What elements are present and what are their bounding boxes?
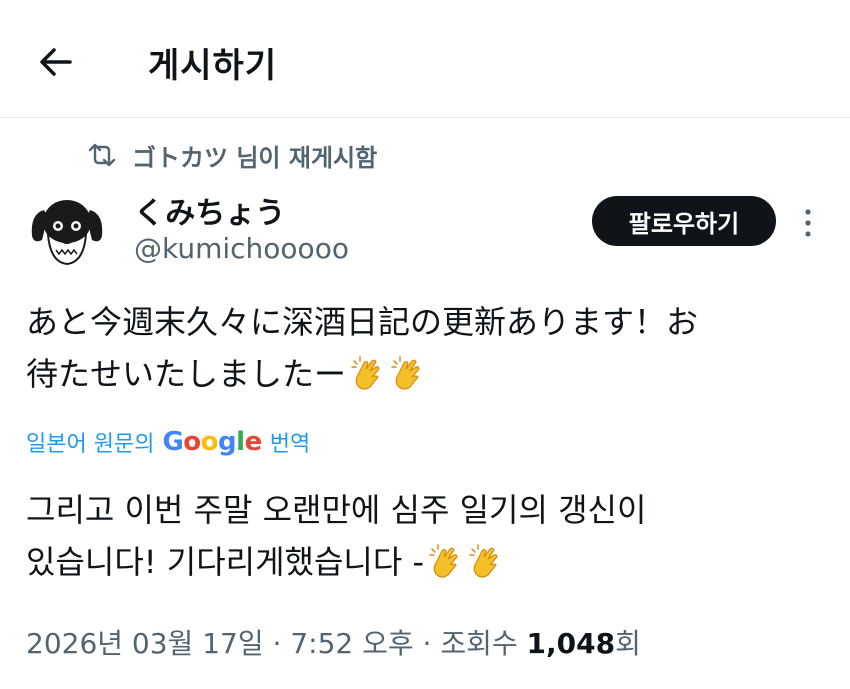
- follow-button[interactable]: 팔로우하기: [592, 196, 776, 246]
- google-letter: o: [183, 427, 201, 457]
- meta-separator: ·: [272, 627, 282, 660]
- translated-line-text: 있습니다! 기다리게했습니다 -: [26, 543, 424, 581]
- tweet-line: 待たせいたしましたー: [26, 348, 826, 400]
- translate-suffix: 번역: [269, 432, 311, 457]
- avatar[interactable]: [26, 192, 108, 270]
- repost-label: ゴトカツ 님이 재게시함: [132, 143, 378, 172]
- google-letter: e: [244, 427, 263, 457]
- translated-line: 그리고 이번 주말 오랜만에 심주 일기의 갱신이: [26, 491, 647, 529]
- tweet-text: あと今週末久々に深酒日記の更新あります！お 待たせいたしましたー: [26, 296, 826, 400]
- repost-indicator[interactable]: ゴトカツ 님이 재게시함: [86, 138, 377, 172]
- google-letter: l: [236, 427, 245, 457]
- clapping-hands-icon: [391, 356, 420, 390]
- tweet-line-text: 待たせいたしましたー: [26, 355, 347, 393]
- google-letter: G: [162, 427, 184, 457]
- repost-icon: [88, 143, 116, 167]
- author-handle[interactable]: @kumichooooo: [134, 232, 349, 265]
- translate-prefix: 일본어 원문의: [26, 432, 155, 457]
- tweet-meta: 2026년 03월 17일 · 7:52 오후 · 조회수 1,048회: [26, 622, 641, 662]
- translated-line: 있습니다! 기다리게했습니다 -: [26, 536, 826, 588]
- google-letter: g: [218, 427, 237, 457]
- tweet-time[interactable]: 7:52 오후: [290, 627, 413, 660]
- translated-text: 그리고 이번 주말 오랜만에 심주 일기의 갱신이 있습니다! 기다리게했습니다…: [26, 484, 826, 588]
- google-letter: o: [200, 427, 219, 457]
- page-title: 게시하기: [148, 46, 278, 86]
- tweet-line: あと今週末久々に深酒日記の更新あります！お: [26, 303, 699, 341]
- google-logo: Google: [162, 427, 263, 457]
- clapping-hands-icon: [429, 544, 458, 578]
- arrow-left-icon[interactable]: [36, 42, 76, 82]
- author-display-name[interactable]: くみちょう: [134, 188, 285, 232]
- views-suffix: 회: [615, 627, 641, 660]
- meta-separator: ·: [422, 627, 432, 660]
- views-label: 조회수: [440, 627, 518, 660]
- clapping-hands-icon: [351, 356, 380, 390]
- translate-link[interactable]: 일본어 원문의 Google 번역: [26, 424, 310, 460]
- more-options-icon[interactable]: [800, 206, 816, 240]
- tweet-date[interactable]: 2026년 03월 17일: [26, 627, 264, 660]
- clapping-hands-icon: [469, 544, 498, 578]
- top-bar: 게시하기: [0, 0, 850, 118]
- views-count: 1,048: [526, 627, 616, 660]
